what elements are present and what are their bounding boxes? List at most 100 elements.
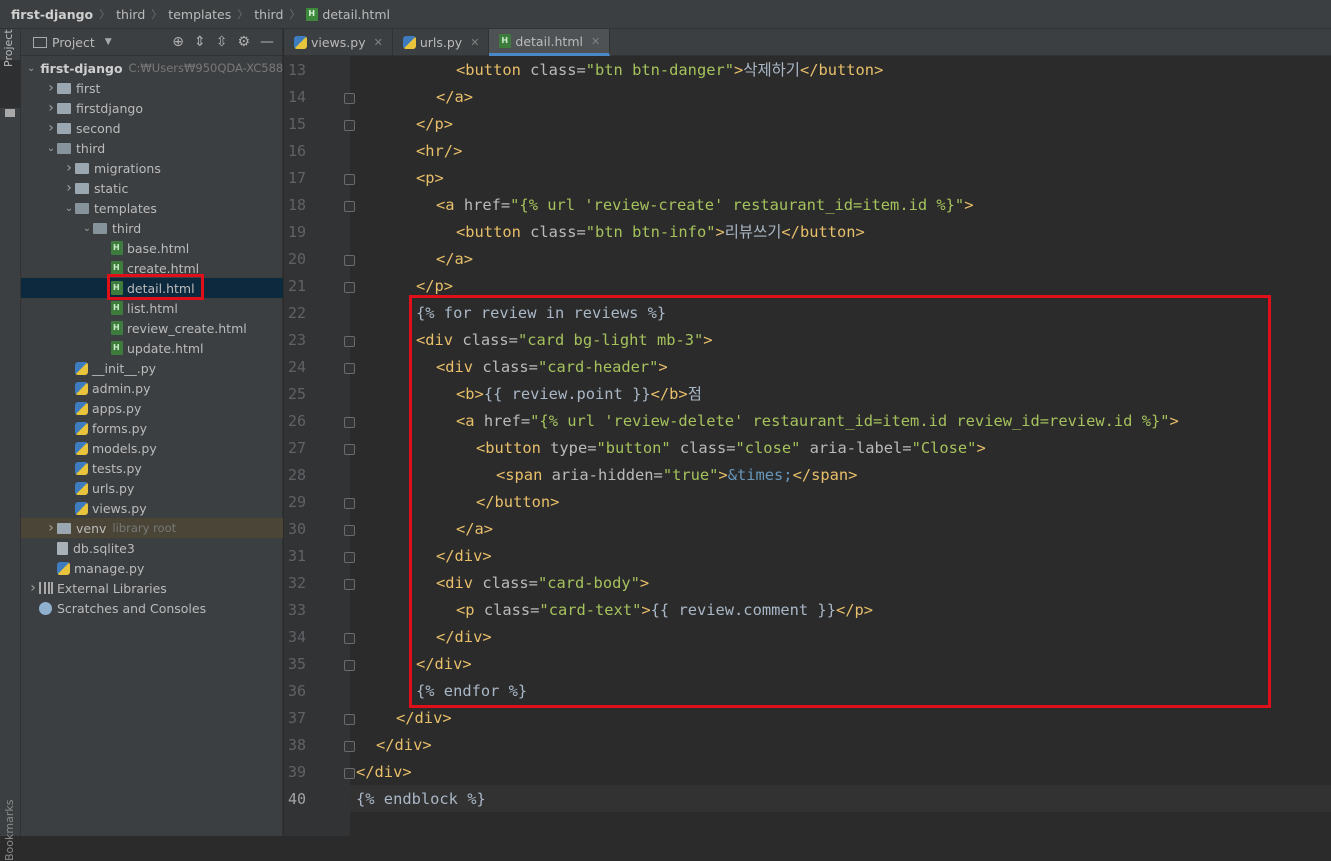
fold-marker-icon[interactable] (344, 660, 355, 671)
tree-item-update-html[interactable]: update.html (21, 338, 283, 358)
tree-item-models-py[interactable]: models.py (21, 438, 283, 458)
chevron-right-icon[interactable]: › (63, 160, 75, 176)
tree-item-templates[interactable]: ⌄ templates (21, 198, 283, 218)
tree-item-venv[interactable]: › venv library root (21, 518, 283, 538)
tree-item-apps-py[interactable]: apps.py (21, 398, 283, 418)
tab-views-py[interactable]: views.py ✕ (284, 29, 393, 56)
chevron-down-icon[interactable]: ⌄ (63, 203, 75, 214)
fold-marker-icon[interactable] (344, 93, 355, 104)
code-line[interactable]: </div> (376, 732, 432, 759)
chevron-right-icon[interactable]: › (27, 580, 39, 596)
bookmarks-tool-label[interactable]: Bookmarks (3, 800, 16, 861)
collapse-all-icon[interactable]: ⇳ (216, 34, 228, 50)
tree-item-forms-py[interactable]: forms.py (21, 418, 283, 438)
close-icon[interactable]: ✕ (591, 35, 600, 48)
gear-icon[interactable]: ⚙ (237, 34, 250, 50)
fold-marker-icon[interactable] (344, 714, 355, 725)
tree-item-admin-py[interactable]: admin.py (21, 378, 283, 398)
tab-urls-py[interactable]: urls.py ✕ (393, 29, 490, 56)
fold-marker-icon[interactable] (344, 525, 355, 536)
breadcrumb-item[interactable]: third (116, 7, 145, 22)
tree-item-views-py[interactable]: views.py (21, 498, 283, 518)
fold-marker-icon[interactable] (344, 417, 355, 428)
tree-item-manage-py[interactable]: manage.py (21, 558, 283, 578)
fold-marker-icon[interactable] (344, 255, 355, 266)
tree-item--init-py[interactable]: __init__.py (21, 358, 283, 378)
breadcrumb-item[interactable]: templates (168, 7, 231, 22)
project-tool-icon[interactable] (5, 109, 15, 117)
code-line[interactable]: <p> (416, 165, 444, 192)
tree-item-first-django[interactable]: ⌄ first-django C:₩Users₩950QDA-XC588 (21, 58, 283, 78)
fold-marker-icon[interactable] (344, 444, 355, 455)
tree-item-review-create-html[interactable]: review_create.html (21, 318, 283, 338)
code-line[interactable]: </div> (396, 705, 452, 732)
fold-marker-icon[interactable] (344, 552, 355, 563)
chevron-down-icon[interactable]: ▼ (105, 37, 112, 47)
code-line[interactable]: <hr/> (416, 138, 462, 165)
fold-marker-icon[interactable] (344, 282, 355, 293)
code-line[interactable]: <button class="btn btn-info">리뷰쓰기</butto… (456, 219, 865, 246)
tree-item-firstdjango[interactable]: › firstdjango (21, 98, 283, 118)
tree-item-first[interactable]: › first (21, 78, 283, 98)
folder-icon (57, 522, 71, 534)
chevron-right-icon[interactable]: › (63, 180, 75, 196)
tree-item-third[interactable]: ⌄ third (21, 138, 283, 158)
fold-marker-icon[interactable] (344, 363, 355, 374)
chevron-down-icon[interactable]: ⌄ (45, 143, 57, 154)
tree-item-second[interactable]: › second (21, 118, 283, 138)
project-view-label[interactable]: Project (52, 35, 95, 50)
close-icon[interactable]: ✕ (374, 36, 383, 49)
tree-item-db-sqlite3[interactable]: db.sqlite3 (21, 538, 283, 558)
code-line[interactable]: </a> (436, 84, 473, 111)
tree-item-label: update.html (127, 340, 204, 356)
fold-marker-icon[interactable] (344, 741, 355, 752)
code-token: "btn btn-danger" (585, 61, 735, 79)
fold-marker-icon[interactable] (344, 201, 355, 212)
breadcrumb-item[interactable]: third (254, 7, 283, 22)
code-line[interactable]: <a href="{% url 'review-create' restaura… (436, 192, 973, 219)
chevron-right-icon[interactable]: › (45, 100, 57, 116)
code-line[interactable]: {% endblock %} (356, 786, 486, 813)
fold-marker-icon[interactable] (344, 174, 355, 185)
locate-icon[interactable]: ⊕ (172, 34, 184, 50)
code-token: href= (463, 196, 511, 214)
chevron-right-icon[interactable]: › (45, 80, 57, 96)
tree-item-label: urls.py (92, 480, 135, 496)
line-number: 24 (287, 358, 306, 376)
chevron-down-icon[interactable]: ⌄ (81, 223, 93, 234)
fold-marker-icon[interactable] (344, 498, 355, 509)
code-line[interactable]: </p> (416, 111, 453, 138)
breadcrumb-item[interactable]: detail.html (306, 7, 390, 22)
code-token: <hr/> (416, 142, 463, 160)
scratches-icon (39, 601, 52, 615)
tree-item-list-html[interactable]: list.html (21, 298, 283, 318)
close-icon[interactable]: ✕ (470, 36, 479, 49)
python-file-icon (75, 481, 88, 495)
fold-marker-icon[interactable] (344, 120, 355, 131)
tree-item-tests-py[interactable]: tests.py (21, 458, 283, 478)
fold-marker-icon[interactable] (344, 579, 355, 590)
project-tool-label[interactable]: Project (2, 29, 15, 67)
breadcrumb-item[interactable]: first-django (11, 7, 93, 22)
expand-all-icon[interactable]: ⇕ (194, 34, 206, 50)
code-line[interactable]: </div> (356, 759, 412, 786)
hide-panel-icon[interactable]: — (260, 34, 274, 50)
fold-marker-icon[interactable] (344, 336, 355, 347)
project-tool-tab[interactable] (0, 60, 21, 108)
code-line[interactable]: <button class="btn btn-danger">삭제하기</but… (456, 57, 883, 84)
chevron-right-icon[interactable]: › (45, 120, 57, 136)
tree-item-base-html[interactable]: base.html (21, 238, 283, 258)
code-token: 삭제하기 (743, 61, 800, 79)
chevron-down-icon[interactable]: ⌄ (27, 63, 35, 74)
tree-item-migrations[interactable]: › migrations (21, 158, 283, 178)
tab-detail-html[interactable]: detail.html ✕ (489, 29, 611, 56)
tree-item-static[interactable]: › static (21, 178, 283, 198)
tree-item-third[interactable]: ⌄ third (21, 218, 283, 238)
code-line[interactable]: </a> (436, 246, 473, 273)
chevron-right-icon[interactable]: › (45, 520, 57, 536)
fold-marker-icon[interactable] (344, 633, 355, 644)
tree-item-urls-py[interactable]: urls.py (21, 478, 283, 498)
tree-item-scratches-and-consoles[interactable]: Scratches and Consoles (21, 598, 283, 618)
fold-marker-icon[interactable] (344, 768, 355, 779)
tree-item-external-libraries[interactable]: › External Libraries (21, 578, 283, 598)
